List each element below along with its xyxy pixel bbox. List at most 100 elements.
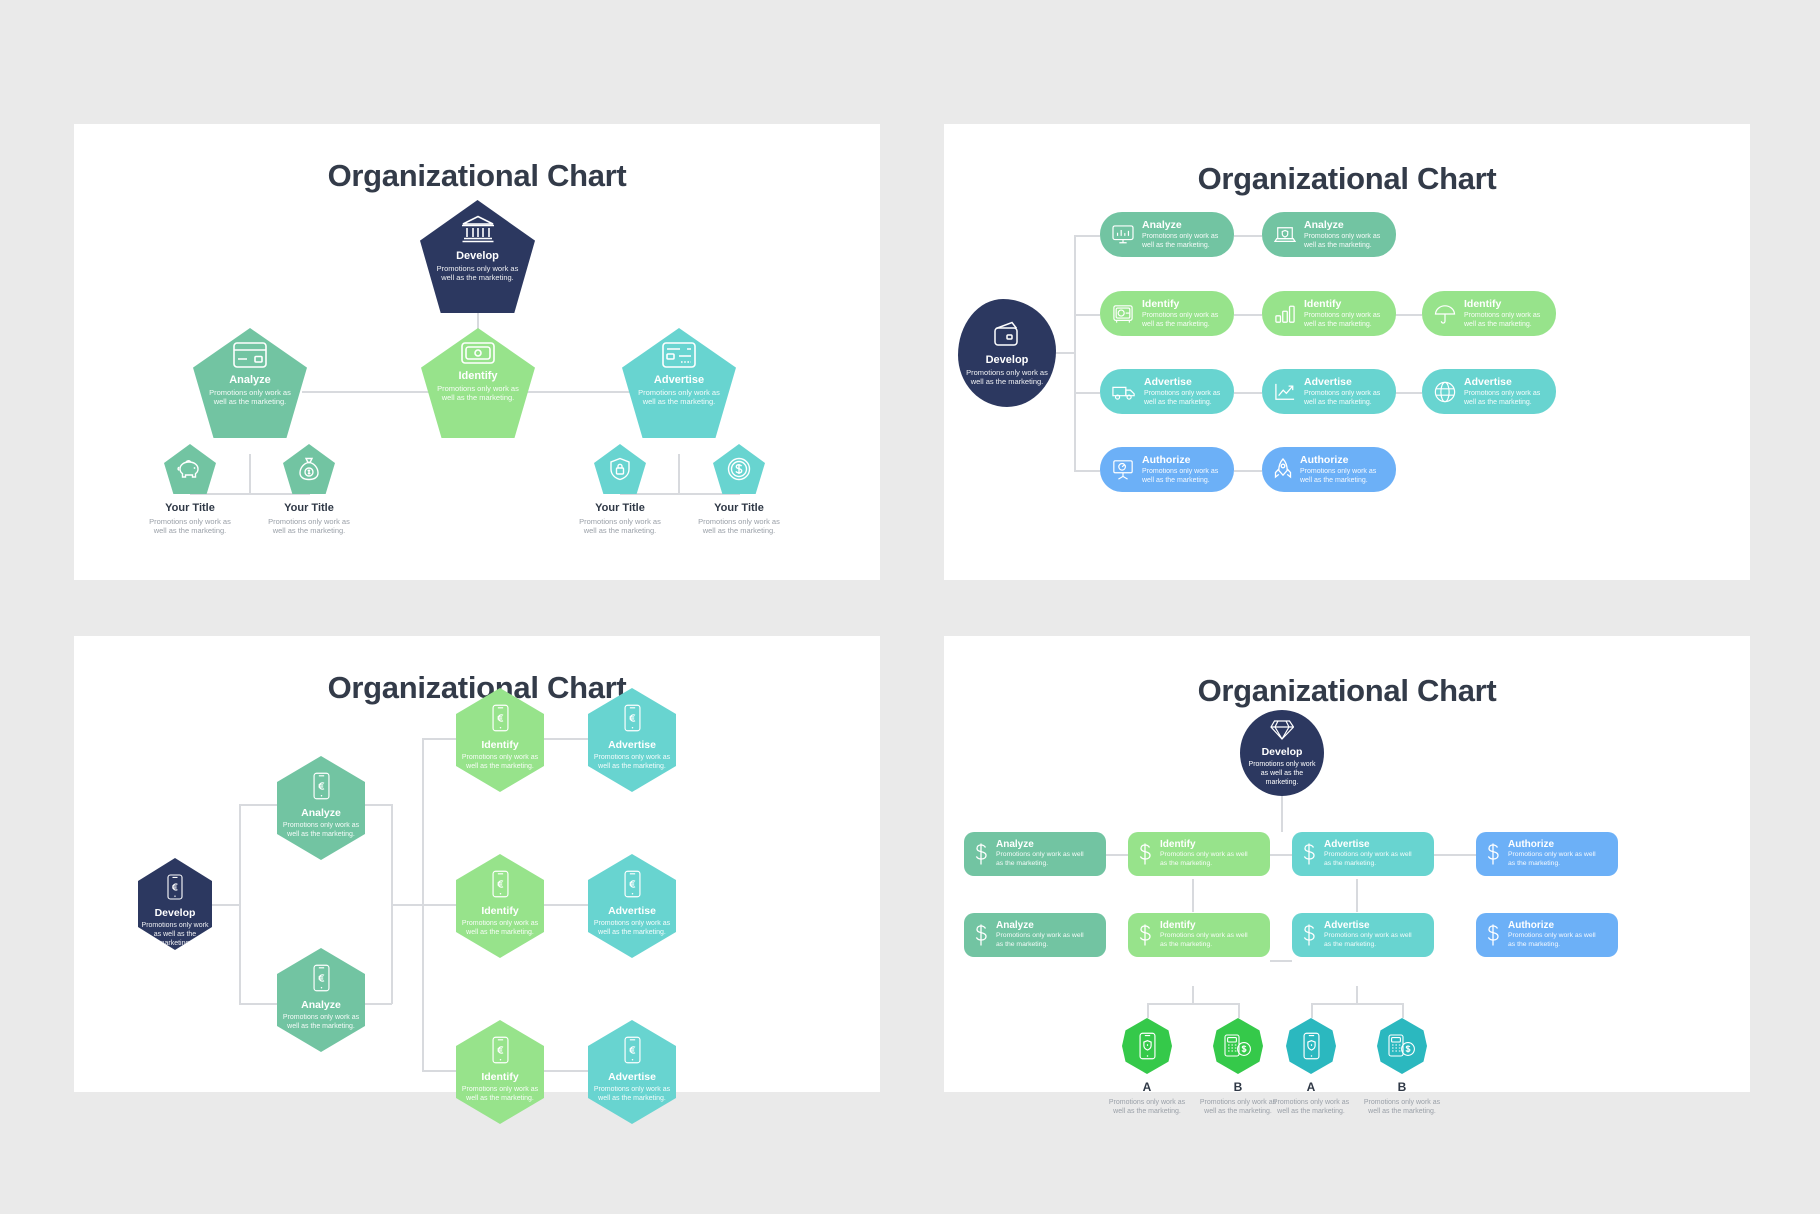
node-identify-2[interactable]: Identify Promotions only work as well as… <box>1262 291 1396 336</box>
caption-desc: Promotions only work as well as the mark… <box>268 517 350 536</box>
node-advertise-2[interactable]: Advertise Promotions only work as well a… <box>588 854 676 958</box>
caption-title: A <box>1306 1080 1316 1094</box>
node-advertise[interactable]: Advertise Promotions only work as well a… <box>622 328 736 438</box>
node-desc: Promotions only work as well as the mark… <box>1464 311 1541 329</box>
node-title: Identify <box>458 370 498 382</box>
node-analyze-2[interactable]: Analyze Promotions only work as well as … <box>277 948 365 1052</box>
node-authorize-1[interactable]: Authorize Promotions only work as well a… <box>1100 447 1234 492</box>
umbrella-icon <box>1434 304 1456 324</box>
connector <box>422 904 456 906</box>
node-analyze-b[interactable]: Analyze Promotions only work as well as … <box>964 913 1106 957</box>
leaf-node-b1[interactable] <box>1213 1018 1263 1074</box>
connector <box>190 493 310 495</box>
connector <box>1192 879 1194 912</box>
node-advertise-2[interactable]: Advertise Promotions only work as well a… <box>1262 369 1396 414</box>
node-title: Analyze <box>229 374 271 386</box>
node-advertise-b[interactable]: Advertise Promotions only work as well a… <box>1292 913 1434 957</box>
slide-pill-chart[interactable]: Organizational Chart Develop Promotions … <box>944 124 1750 580</box>
node-advertise-3[interactable]: Advertise Promotions only work as well a… <box>1422 369 1556 414</box>
leaf-node-b2[interactable] <box>1377 1018 1427 1074</box>
node-identify-3[interactable]: Identify Promotions only work as well as… <box>1422 291 1556 336</box>
connector <box>1434 854 1476 856</box>
node-title: Advertise <box>608 1071 656 1083</box>
banknote-icon <box>461 342 495 364</box>
leaf-caption-2: Your Title Promotions only work as well … <box>261 502 357 536</box>
node-title: Identify <box>1304 297 1342 310</box>
node-title: Analyze <box>996 920 1034 932</box>
node-desc: Promotions only work as well as the mark… <box>282 1014 360 1031</box>
node-identify-3[interactable]: Identify Promotions only work as well as… <box>456 1020 544 1124</box>
leaf-node-3[interactable] <box>594 444 646 494</box>
laptop-shield-icon <box>1274 225 1296 245</box>
node-identify-a[interactable]: Identify Promotions only work as well as… <box>1128 832 1270 876</box>
node-desc: Promotions only work as well as the mark… <box>461 1086 539 1103</box>
node-title: Advertise <box>1464 375 1512 388</box>
node-desc: Promotions only work as well as the mark… <box>437 384 519 403</box>
node-develop[interactable]: Develop Promotions only work as well as … <box>1240 710 1324 796</box>
leaf-node-4[interactable] <box>713 444 765 494</box>
node-title: Identify <box>481 905 519 917</box>
connector <box>1270 854 1292 856</box>
pos-terminal-icon <box>1388 1033 1416 1059</box>
diamond-icon <box>1270 719 1294 741</box>
credit-card-icon <box>233 342 267 368</box>
connector <box>1402 1003 1404 1018</box>
node-analyze-1[interactable]: Analyze Promotions only work as well as … <box>1100 212 1234 257</box>
leaf-caption-a1: A Promotions only work as well as the ma… <box>1107 1080 1187 1116</box>
connector <box>1394 392 1422 394</box>
dollar-icon <box>974 923 988 947</box>
node-desc: Promotions only work as well as the mark… <box>1144 389 1221 407</box>
mobile-euro-icon <box>623 1036 641 1064</box>
connector <box>620 493 740 495</box>
node-title: Develop <box>456 250 499 262</box>
node-desc: Promotions only work as well as the mark… <box>1248 760 1316 787</box>
dollar-icon <box>974 842 988 866</box>
leaf-caption-b1: B Promotions only work as well as the ma… <box>1198 1080 1278 1116</box>
node-desc: Promotions only work as well as the mark… <box>1160 932 1248 948</box>
node-analyze[interactable]: Analyze Promotions only work as well as … <box>193 328 307 438</box>
node-identify-b[interactable]: Identify Promotions only work as well as… <box>1128 913 1270 957</box>
node-desc: Promotions only work as well as the mark… <box>593 1086 671 1103</box>
node-desc: Promotions only work as well as the mark… <box>1142 232 1219 250</box>
node-title: Identify <box>1142 297 1180 310</box>
connector <box>1311 1003 1313 1018</box>
node-authorize-2[interactable]: Authorize Promotions only work as well a… <box>1262 447 1396 492</box>
node-advertise-a[interactable]: Advertise Promotions only work as well a… <box>1292 832 1434 876</box>
node-identify-2[interactable]: Identify Promotions only work as well as… <box>456 854 544 958</box>
slide-card-chart[interactable]: Organizational Chart Develop Promotions … <box>944 636 1750 1115</box>
node-identify[interactable]: Identify Promotions only work as well as… <box>421 328 535 438</box>
slide-hexagon-chart[interactable]: Organizational Chart Develop Promotions … <box>74 636 880 1124</box>
connector <box>249 454 251 494</box>
node-desc: Promotions only work as well as the mark… <box>1160 851 1248 867</box>
node-desc: Promotions only work as well as the mark… <box>1304 232 1381 250</box>
node-desc: Promotions only work as well as the mark… <box>209 388 291 407</box>
node-title: Authorize <box>1300 453 1349 466</box>
node-develop[interactable]: Develop Promotions only work as well as … <box>420 200 535 313</box>
node-identify-1[interactable]: Identify Promotions only work as well as… <box>1100 291 1234 336</box>
node-analyze-a[interactable]: Analyze Promotions only work as well as … <box>964 832 1106 876</box>
node-desc: Promotions only work as well as the mark… <box>593 754 671 771</box>
mobile-euro-icon <box>167 874 183 900</box>
caption-title: Your Title <box>595 502 645 514</box>
connector <box>1074 235 1100 237</box>
leaf-node-a2[interactable] <box>1286 1018 1336 1074</box>
slide-pentagon-chart[interactable]: Organizational Chart Develop Promotions … <box>74 124 880 580</box>
node-analyze-1[interactable]: Analyze Promotions only work as well as … <box>277 756 365 860</box>
connector <box>678 454 680 494</box>
node-authorize-b[interactable]: Authorize Promotions only work as well a… <box>1476 913 1618 957</box>
node-advertise-1[interactable]: Advertise Promotions only work as well a… <box>1100 369 1234 414</box>
node-authorize-a[interactable]: Authorize Promotions only work as well a… <box>1476 832 1618 876</box>
connector <box>1074 470 1100 472</box>
leaf-node-2[interactable] <box>283 444 335 494</box>
connector <box>1234 235 1262 237</box>
node-develop[interactable]: Develop Promotions only work as well as … <box>958 299 1056 407</box>
node-develop[interactable]: Develop Promotions only work as well as … <box>138 858 212 950</box>
node-analyze-2[interactable]: Analyze Promotions only work as well as … <box>1262 212 1396 257</box>
leaf-node-a1[interactable] <box>1122 1018 1172 1074</box>
node-desc: Promotions only work as well as the mark… <box>1508 932 1596 948</box>
leaf-node-1[interactable] <box>164 444 216 494</box>
delivery-van-icon <box>1112 383 1136 401</box>
dollar-icon <box>1138 842 1152 866</box>
page-title: Organizational Chart <box>327 670 627 705</box>
node-advertise-3[interactable]: Advertise Promotions only work as well a… <box>588 1020 676 1124</box>
